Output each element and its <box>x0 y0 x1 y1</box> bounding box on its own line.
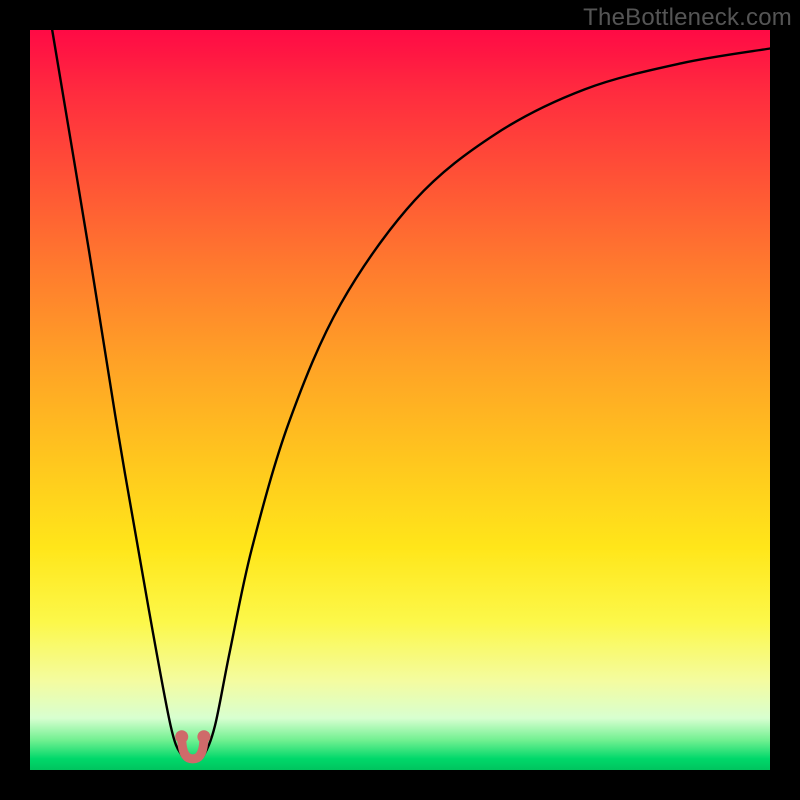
plot-area <box>30 30 770 770</box>
bottleneck-curve <box>30 30 770 770</box>
curve-right-branch <box>182 49 770 760</box>
minimum-marker <box>175 730 210 759</box>
watermark-text: TheBottleneck.com <box>583 4 792 32</box>
curve-left-branch <box>52 30 196 759</box>
chart-frame: TheBottleneck.com <box>0 0 800 800</box>
